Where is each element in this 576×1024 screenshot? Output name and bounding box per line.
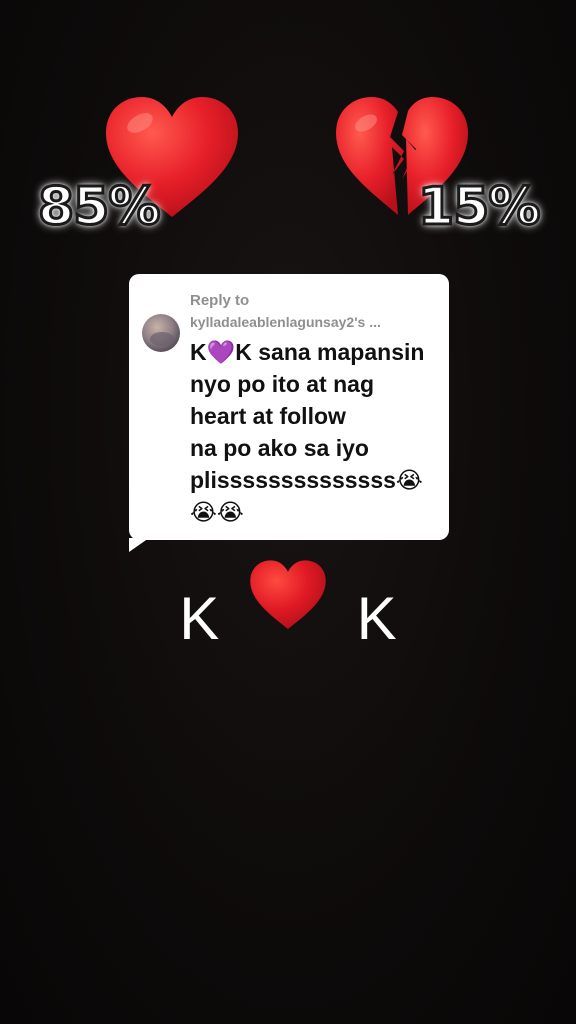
comment-line: K💜K sana mapansin bbox=[190, 339, 425, 365]
reply-to-label: Reply to bbox=[190, 292, 250, 309]
comment-line: heart at follow bbox=[190, 403, 346, 429]
avatar[interactable] bbox=[142, 314, 180, 352]
caption-letter-right: K bbox=[356, 584, 397, 652]
caption-k-heart-k: K K bbox=[0, 560, 576, 653]
percent-label-right: 15% bbox=[416, 176, 541, 239]
comment-line: na po ako sa iyo bbox=[190, 435, 369, 461]
comment-text: K💜K sana mapansin nyo po ito at nag hear… bbox=[190, 336, 445, 528]
reply-comment-card[interactable]: Reply to kylladaleablenlagunsay2's ... K… bbox=[129, 274, 449, 552]
bubble-tail bbox=[129, 538, 149, 552]
heart-indicator-right: 15% bbox=[330, 95, 542, 255]
reply-username[interactable]: kylladaleablenlagunsay2's ... bbox=[190, 314, 440, 330]
red-heart-icon bbox=[250, 560, 326, 629]
comment-line: plissssssssssssss😭 bbox=[190, 467, 423, 493]
comment-line: 😭😭 bbox=[190, 499, 244, 525]
comment-line: nyo po ito at nag bbox=[190, 371, 374, 397]
heart-indicator-left: 85% bbox=[30, 95, 238, 255]
percent-label-left: 85% bbox=[36, 176, 161, 239]
caption-letter-left: K bbox=[179, 584, 220, 652]
